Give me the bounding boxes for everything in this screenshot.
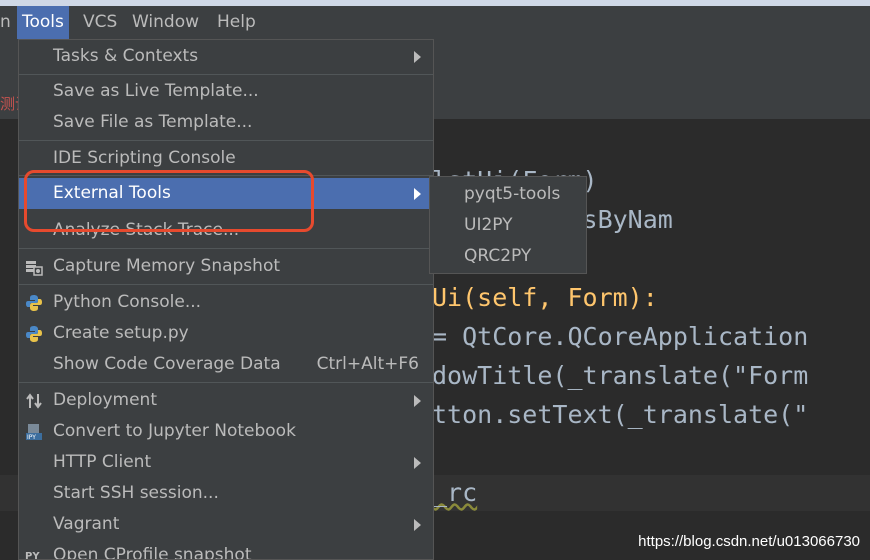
menu-item-vagrant[interactable]: Vagrant bbox=[19, 509, 433, 540]
menu-item-label: Save File as Template... bbox=[53, 112, 253, 132]
menu-item-label: Create setup.py bbox=[53, 323, 189, 343]
menu-item-label: Show Code Coverage Data bbox=[53, 354, 281, 374]
menu-bar: n Tools VCS Window Help bbox=[0, 6, 870, 39]
menu-item-save-file-template[interactable]: Save File as Template... bbox=[19, 107, 433, 138]
menu-item-open-cprofile[interactable]: PY Open CProfile snapshot bbox=[19, 540, 433, 560]
menu-item-tools[interactable]: Tools bbox=[17, 6, 69, 39]
submenu-item-qrc2py[interactable]: QRC2PY bbox=[464, 241, 531, 272]
menu-item-show-code-coverage[interactable]: Show Code Coverage Data Ctrl+Alt+F6 bbox=[19, 349, 433, 380]
menu-item-http-client[interactable]: HTTP Client bbox=[19, 447, 433, 478]
code-line-7: _rc bbox=[432, 478, 478, 507]
menu-item-tasks-contexts[interactable]: Tasks & Contexts bbox=[19, 41, 433, 72]
submenu-arrow-icon bbox=[414, 519, 421, 531]
memory-snapshot-icon bbox=[25, 258, 43, 276]
menu-item-capture-memory-snapshot[interactable]: Capture Memory Snapshot bbox=[19, 251, 433, 282]
submenu-arrow-icon bbox=[414, 51, 421, 63]
menu-item-shortcut: Ctrl+Alt+F6 bbox=[316, 354, 419, 374]
cprofile-icon: PY bbox=[25, 547, 43, 560]
annotation-highlight-box bbox=[24, 170, 314, 232]
menu-item-create-setup-py[interactable]: Create setup.py bbox=[19, 318, 433, 349]
menu-item-save-live-template[interactable]: Save as Live Template... bbox=[19, 76, 433, 107]
menu-item-label: Deployment bbox=[53, 390, 157, 410]
tools-menu-dropdown: Tasks & Contexts Save as Live Template..… bbox=[18, 39, 434, 560]
menu-item-label: Save as Live Template... bbox=[53, 81, 259, 101]
menu-item-run[interactable]: n bbox=[0, 6, 16, 39]
menu-item-python-console[interactable]: Python Console... bbox=[19, 287, 433, 318]
code-line-3: Ui(self, Form): bbox=[432, 283, 658, 312]
watermark: https://blog.csdn.net/u013066730 bbox=[638, 533, 860, 550]
menu-item-deployment[interactable]: Deployment bbox=[19, 385, 433, 416]
python-file-icon bbox=[25, 325, 43, 343]
menu-item-label: HTTP Client bbox=[53, 452, 152, 472]
svg-text:IPY: IPY bbox=[27, 434, 36, 441]
menu-separator bbox=[19, 284, 433, 285]
menu-item-label: Convert to Jupyter Notebook bbox=[53, 421, 296, 441]
menu-separator bbox=[19, 74, 433, 75]
external-tools-submenu: pyqt5-tools UI2PY QRC2PY bbox=[429, 176, 587, 274]
menu-item-label: Python Console... bbox=[53, 292, 202, 312]
menu-item-convert-jupyter[interactable]: IPY Convert to Jupyter Notebook bbox=[19, 416, 433, 447]
menu-item-label: Tasks & Contexts bbox=[53, 46, 199, 66]
menu-separator bbox=[19, 140, 433, 141]
menu-item-start-ssh-session[interactable]: Start SSH session... bbox=[19, 478, 433, 509]
submenu-item-pyqt5-tools[interactable]: pyqt5-tools bbox=[464, 179, 560, 210]
menu-item-help[interactable]: Help bbox=[212, 6, 261, 39]
submenu-arrow-icon bbox=[414, 395, 421, 407]
menu-item-label: Start SSH session... bbox=[53, 483, 219, 503]
code-line-6: tton.setText(_translate(" bbox=[432, 400, 809, 429]
submenu-arrow-icon bbox=[414, 188, 421, 200]
jupyter-icon: IPY bbox=[25, 423, 43, 441]
submenu-item-ui2py[interactable]: UI2PY bbox=[464, 210, 513, 241]
menu-item-label: Vagrant bbox=[53, 514, 120, 534]
menu-item-vcs[interactable]: VCS bbox=[78, 6, 122, 39]
submenu-arrow-icon bbox=[414, 457, 421, 469]
menu-item-window[interactable]: Window bbox=[127, 6, 204, 39]
menu-separator bbox=[19, 248, 433, 249]
python-icon bbox=[25, 294, 43, 312]
menu-separator bbox=[19, 382, 433, 383]
menu-item-label: Capture Memory Snapshot bbox=[53, 256, 281, 276]
menu-item-label: Open CProfile snapshot bbox=[53, 545, 252, 560]
deployment-icon bbox=[25, 392, 43, 410]
svg-text:PY: PY bbox=[25, 551, 40, 560]
code-line-4: = QtCore.QCoreApplication bbox=[432, 322, 809, 351]
code-line-5: dowTitle(_translate("Form bbox=[432, 361, 809, 390]
